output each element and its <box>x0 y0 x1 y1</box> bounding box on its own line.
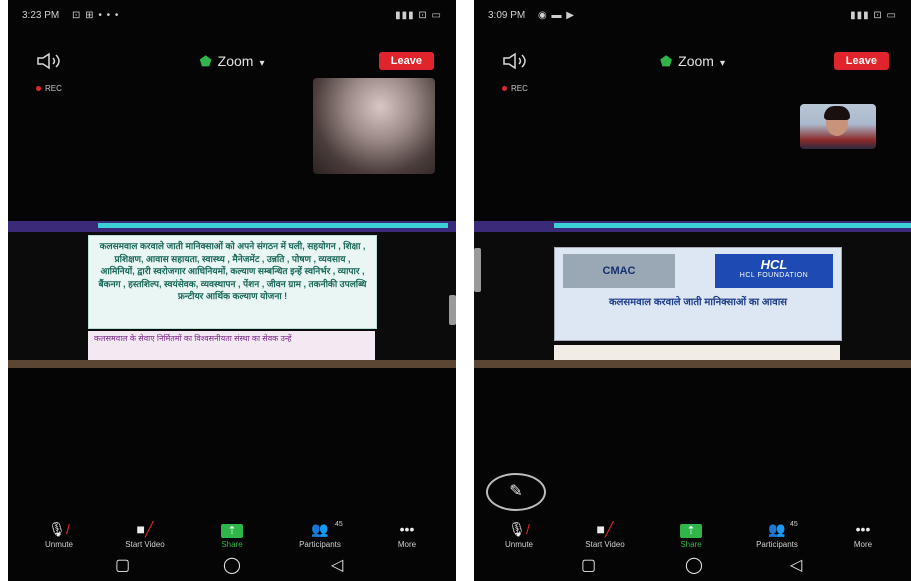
meeting-title-label: Zoom <box>678 53 714 69</box>
participant-video-thumbnail[interactable] <box>313 78 435 174</box>
more-label: More <box>853 540 873 549</box>
home-icon[interactable]: ◯ <box>223 557 241 575</box>
recent-apps-icon[interactable]: ▢ <box>115 557 130 575</box>
share-button[interactable]: ⇡ Share <box>195 520 269 549</box>
leave-button[interactable]: Leave <box>378 52 434 70</box>
chevron-down-icon: ▾ <box>719 58 725 69</box>
share-up-arrow-icon: ⇡ <box>221 524 243 538</box>
status-time: 3:23 PM <box>22 10 60 21</box>
rec-label: REC <box>45 84 62 93</box>
unmute-button[interactable]: 🎙/ Unmute <box>22 520 96 549</box>
share-up-arrow-icon: ⇡ <box>680 524 702 538</box>
hcl-foundation-text: HCL FOUNDATION <box>739 272 809 279</box>
status-bar: 3:09 PM ◉ ▬ ▶ ▮▮▮ ⊡ ▭ <box>488 10 897 24</box>
start-video-button[interactable]: ■╱ Start Video <box>568 520 642 549</box>
meeting-title-label: Zoom <box>217 53 254 69</box>
hcl-foundation-logo: HCL HCL FOUNDATION <box>715 254 833 288</box>
video-off-icon: ■╱ <box>136 521 154 537</box>
record-dot-icon <box>36 86 41 92</box>
meeting-toolbar: 🎙/ Unmute ■╱ Start Video ⇡ Share 👥 45 Par… <box>8 520 456 556</box>
shared-window-titlebar <box>8 221 456 232</box>
recording-indicator: REC <box>502 84 528 93</box>
shared-taskbar <box>8 360 456 368</box>
right-phone-screen: 3:09 PM ◉ ▬ ▶ ▮▮▮ ⊡ ▭ ⬟ Zoom ▾ Leave REC C… <box>474 0 911 581</box>
unmute-button[interactable]: 🎙/ Unmute <box>482 520 556 549</box>
slide-text: कलसमवाल करवाले जाती मानिक्साओं को अपने स… <box>98 241 367 301</box>
share-label: Share <box>680 540 702 549</box>
microphone-muted-icon: 🎙/ <box>508 521 530 537</box>
shared-slide: कलसमवाल करवाले जाती मानिक्साओं को अपने स… <box>88 235 377 329</box>
rec-label: REC <box>511 84 528 93</box>
cmac-logo: CMAC <box>563 254 675 288</box>
pencil-icon[interactable]: ✎ <box>486 473 546 511</box>
status-time: 3:09 PM <box>488 10 526 21</box>
more-button[interactable]: ••• More <box>826 520 900 549</box>
slide-caption: कलसमवाल करवाले जाती मानिक्साओं का आवास <box>608 297 788 308</box>
share-label: Share <box>221 540 243 549</box>
recent-apps-icon[interactable]: ▢ <box>581 557 596 575</box>
participant-video-thumbnail[interactable] <box>800 104 876 149</box>
more-dots-icon: ••• <box>855 521 871 537</box>
screen-share-view: CMAC HCL HCL FOUNDATION कलसमवाल करवाले ज… <box>474 221 911 368</box>
back-icon[interactable]: ◁ <box>331 557 343 575</box>
share-side-handle[interactable] <box>474 248 481 292</box>
android-nav-bar: ▢ ◯ ◁ <box>8 555 456 577</box>
notification-icons: ⊡ ⊞ • • • <box>72 10 120 21</box>
video-off-icon: ■╱ <box>596 521 614 537</box>
signal-battery-icons: ▮▮▮ ⊡ ▭ <box>850 10 897 21</box>
start-video-label: Start Video <box>585 540 625 549</box>
recording-indicator: REC <box>36 84 62 93</box>
back-icon[interactable]: ◁ <box>790 557 802 575</box>
shared-taskbar <box>474 360 911 368</box>
home-icon[interactable]: ◯ <box>685 557 703 575</box>
start-video-label: Start Video <box>125 540 165 549</box>
android-nav-bar: ▢ ◯ ◁ <box>474 555 911 577</box>
microphone-muted-icon: 🎙/ <box>48 521 70 537</box>
signal-battery-icons: ▮▮▮ ⊡ ▭ <box>395 10 442 21</box>
participants-count: 45 <box>790 521 798 528</box>
participants-button[interactable]: 👥 45 Participants <box>283 520 357 549</box>
screen-share-view: कलसमवाल करवाले जाती मानिक्साओं को अपने स… <box>8 221 456 368</box>
shared-window-titlebar <box>474 221 911 232</box>
participants-label: Participants <box>756 540 798 549</box>
participants-button[interactable]: 👥 45 Participants <box>740 520 814 549</box>
status-bar: 3:23 PM ⊡ ⊞ • • • ▮▮▮ ⊡ ▭ <box>22 10 442 24</box>
more-dots-icon: ••• <box>399 521 415 537</box>
start-video-button[interactable]: ■╱ Start Video <box>108 520 182 549</box>
leave-button[interactable]: Leave <box>833 52 889 70</box>
more-button[interactable]: ••• More <box>370 520 444 549</box>
unmute-label: Unmute <box>504 540 533 549</box>
participants-count: 45 <box>335 521 343 528</box>
shield-icon: ⬟ <box>199 53 212 69</box>
share-side-handle[interactable] <box>449 295 456 325</box>
participants-label: Participants <box>299 540 341 549</box>
meeting-toolbar: 🎙/ Unmute ■╱ Start Video ⇡ Share 👥 45 Par… <box>474 520 911 556</box>
participants-icon: 👥 45 <box>740 520 814 538</box>
share-button[interactable]: ⇡ Share <box>654 520 728 549</box>
hcl-logo-text: HCL <box>760 257 788 272</box>
shared-slide: CMAC HCL HCL FOUNDATION कलसमवाल करवाले ज… <box>554 247 842 341</box>
left-phone-screen: 3:23 PM ⊡ ⊞ • • • ▮▮▮ ⊡ ▭ ⬟ Zoom ▾ Leave R… <box>8 0 456 581</box>
participants-icon: 👥 45 <box>283 520 357 538</box>
unmute-label: Unmute <box>44 540 73 549</box>
more-label: More <box>397 540 417 549</box>
shield-icon: ⬟ <box>660 53 673 69</box>
notification-icons: ◉ ▬ ▶ <box>538 10 575 21</box>
slide-subtext: कलसमवाल के सेवाए निर्मितमों का विश्वसनीय… <box>94 334 292 343</box>
record-dot-icon <box>502 86 507 92</box>
shared-slide-next: कलसमवाल के सेवाए निर्मितमों का विश्वसनीय… <box>88 331 375 361</box>
chevron-down-icon: ▾ <box>259 58 265 69</box>
